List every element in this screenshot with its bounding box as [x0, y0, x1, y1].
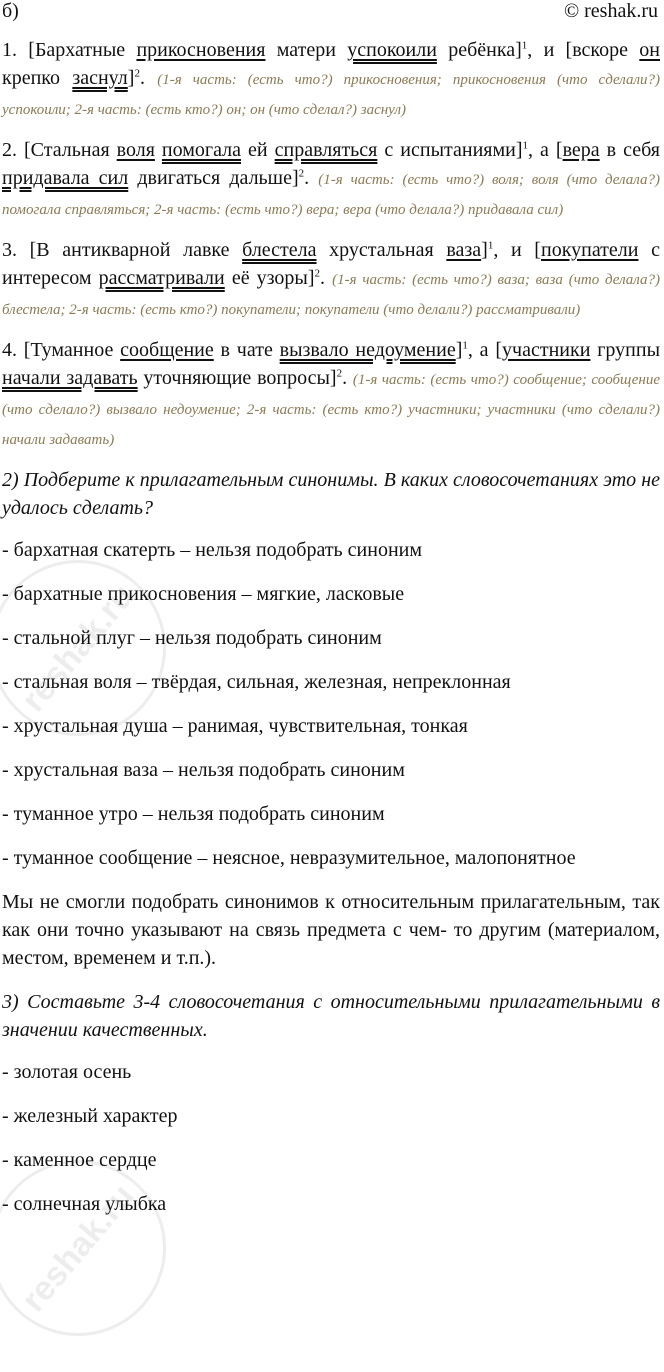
task-question-2: 2) Подберите к прилагательным синонимы. …: [2, 469, 660, 519]
copyright-text: © reshak.ru: [563, 0, 658, 22]
sentence-text: группы: [590, 339, 661, 361]
list-item: - бархатные прикосновения – мягкие, ласк…: [2, 583, 405, 605]
sentence-text: матери: [265, 39, 348, 61]
sentence-text: 4. [Туманное: [2, 339, 121, 361]
list-item: - хрустальная душа – ранимая, чувствител…: [2, 715, 468, 737]
sentence-analysis: 3. [В антикварной лавке блестела хрустал…: [2, 236, 660, 324]
subject-word: воля: [116, 139, 155, 161]
sentence-text: ]: [481, 239, 488, 261]
sentence-text: её узоры]: [224, 267, 315, 289]
sentence-text: .: [342, 367, 353, 389]
sentence-text: ей: [241, 139, 275, 161]
sentence-text: с испытаниями]: [377, 139, 523, 161]
sentences-block: 1. [Бархатные прикосновения матери успок…: [2, 36, 660, 454]
predicate-word: вызвало недоумение: [279, 339, 456, 361]
sentence-text: ребёнка]: [436, 39, 522, 61]
sentence-text: крепко: [2, 67, 73, 89]
list-item: - стальная воля – твёрдая, сильная, желе…: [2, 671, 511, 693]
list-item: - туманное утро – нельзя подобрать синон…: [2, 803, 385, 825]
predicate-word: начали задавать: [2, 367, 138, 389]
part-label: б): [2, 0, 19, 22]
list-item: - железный характер: [2, 1105, 178, 1127]
sentence-text: 1. [Бархатные: [2, 39, 137, 61]
subject-word: он: [639, 39, 660, 61]
list-item: - стальной плуг – нельзя подобрать синон…: [2, 627, 382, 649]
sentence-text: двигаться дальше]: [128, 167, 299, 189]
answer-content: 1. [Бархатные прикосновения матери успок…: [2, 36, 660, 1234]
synonym-list: - бархатная скатерть – нельзя подобрать …: [2, 536, 660, 872]
list-item: - бархатная скатерть – нельзя подобрать …: [2, 539, 423, 561]
sentence-text: , и [вскоре: [527, 39, 640, 61]
predicate-word: заснул: [72, 67, 128, 89]
list-item: - золотая осень: [2, 1061, 132, 1083]
predicate-word: справляться: [274, 139, 378, 161]
conclusion-text: Мы не смогли подобрать синонимов к относ…: [2, 891, 660, 969]
list-item: - хрустальная ваза – нельзя подобрать си…: [2, 759, 405, 781]
sentence-text: хрустальная: [316, 239, 447, 261]
sentence-text: 2. [Стальная: [2, 139, 117, 161]
subject-word: сообщение: [120, 339, 214, 361]
sentence-text: , а [: [467, 339, 503, 361]
sentence-analysis: 4. [Туманное сообщение в чате вызвало не…: [2, 336, 660, 454]
subject-word: покупатели: [540, 239, 639, 261]
sentence-text: , а [: [528, 139, 563, 161]
subject-word: прикосновения: [136, 39, 266, 61]
phrase-list: - золотая осень - железный характер - ка…: [2, 1058, 660, 1218]
sentence-text: 3. [В антикварной лавке: [2, 239, 243, 261]
page-header: б) © reshak.ru: [0, 0, 664, 26]
sentence-text: , и [: [493, 239, 541, 261]
list-item: - солнечная улыбка: [2, 1193, 167, 1215]
subject-word: ваза: [446, 239, 482, 261]
subject-word: участники: [502, 339, 591, 361]
sentence-text: .: [304, 167, 319, 189]
list-item: - каменное сердце: [2, 1149, 157, 1171]
sentence-text: [155, 139, 162, 161]
predicate-word: придавала сил: [2, 167, 129, 189]
sentence-analysis: 1. [Бархатные прикосновения матери успок…: [2, 36, 660, 124]
predicate-word: помогала: [161, 139, 242, 161]
list-item: - туманное сообщение – неясное, невразум…: [2, 847, 576, 869]
predicate-word: рассматривали: [98, 267, 225, 289]
sentence-analysis: 2. [Стальная воля помогала ей справлятьс…: [2, 136, 660, 224]
sentence-text: уточняющие вопросы]: [137, 367, 337, 389]
sentence-text: .: [139, 67, 158, 89]
sentence-text: в себя: [599, 139, 660, 161]
predicate-word: блестела: [242, 239, 317, 261]
sentence-text: в чате: [213, 339, 280, 361]
sentence-text: .: [320, 267, 333, 289]
predicate-word: успокоили: [347, 39, 437, 61]
subject-word: вера: [562, 139, 600, 161]
task-question-3: 3) Составьте 3-4 словосочетания с относи…: [2, 991, 660, 1041]
